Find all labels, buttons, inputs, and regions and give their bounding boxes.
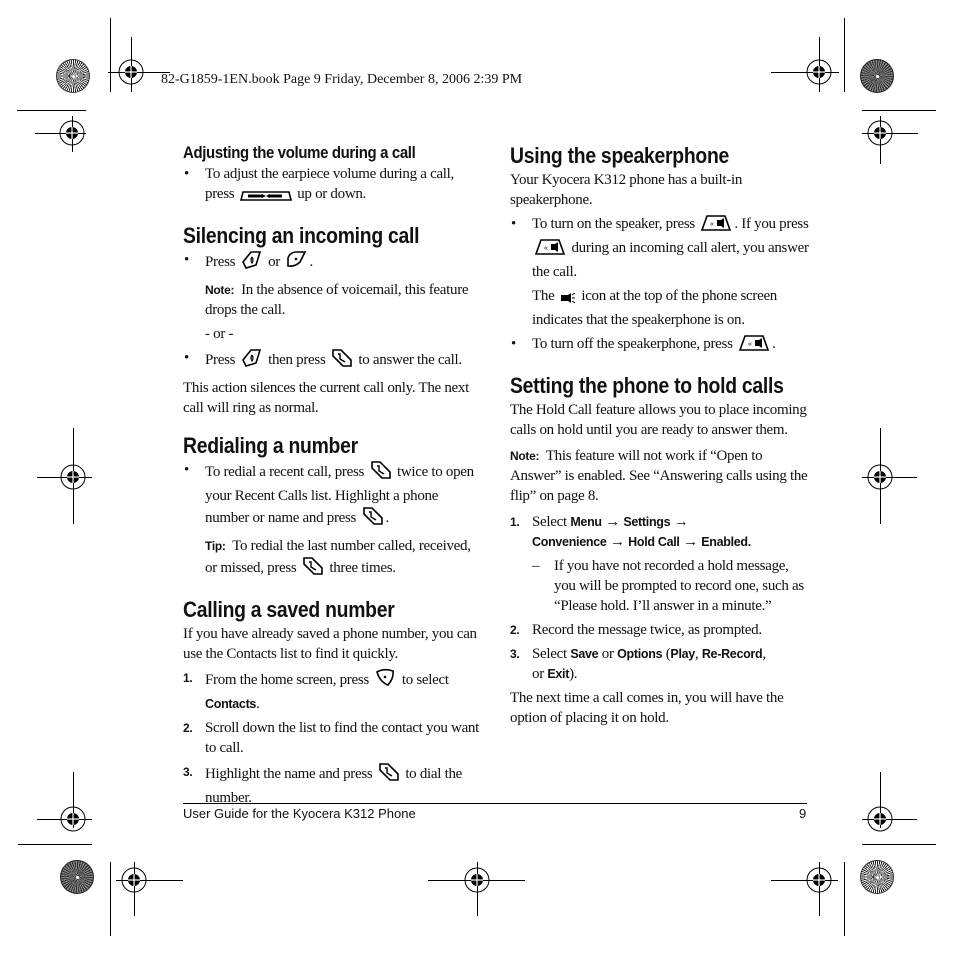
section-hold-calls: Setting the phone to hold calls The Hold… [510, 372, 810, 728]
section-redialing: Redialing a number To redial a recent ca… [183, 432, 483, 582]
menu-path-item: Hold Call [628, 535, 680, 549]
section-heading: Using the speakerphone [510, 143, 730, 168]
section-heading: Redialing a number [183, 433, 358, 458]
step-item: 3. Select Save or Options (Play, Re-Reco… [510, 646, 766, 682]
speakerphone-on-icon [560, 290, 576, 310]
registration-target-icon [59, 120, 85, 146]
left-softkey-icon [241, 250, 263, 276]
svg-text:«: « [544, 245, 548, 252]
section-heading: Calling a saved number [183, 597, 395, 622]
menu-path-item: Enabled. [701, 535, 751, 549]
svg-text:«: « [710, 221, 714, 228]
step-item: 1. From the home screen, press to select… [183, 668, 483, 714]
section-calling-saved: Calling a saved number If you have alrea… [183, 596, 483, 808]
list-item: To redial a recent call, press twice to … [183, 460, 483, 532]
step-item: 1. Select Menu → Settings → Convenience … [510, 514, 751, 550]
section-silencing: Silencing an incoming call Press or . No… [183, 222, 483, 418]
navigation-key-icon [374, 668, 396, 694]
note: The icon at the top of the phone screen … [532, 288, 778, 328]
section-heading: Silencing an incoming call [183, 223, 420, 248]
tip: Tip: To redial the last number called, r… [183, 536, 483, 582]
registration-target-icon [806, 59, 832, 85]
registration-target-icon [118, 59, 144, 85]
list-item: Press or . [183, 250, 483, 276]
registration-target-icon [464, 867, 490, 893]
menu-path-item: Menu [570, 515, 602, 529]
menu-path-item: Settings [623, 515, 671, 529]
step-item: 2. Record the message twice, as prompted… [510, 622, 762, 638]
registration-target-icon [806, 867, 832, 893]
send-key-icon [370, 460, 392, 486]
list-item: To turn on the speaker, press «. If you … [510, 214, 810, 282]
paragraph: If you have already saved a phone number… [183, 626, 477, 662]
section-heading: Adjusting the volume during a call [183, 143, 416, 162]
speaker-key-icon: « [700, 214, 732, 238]
paragraph: Your Kyocera K312 phone has a built-in s… [510, 172, 743, 208]
registration-target-icon [867, 806, 893, 832]
paragraph: The next time a call comes in, you will … [510, 690, 784, 726]
paragraph: The Hold Call feature allows you to plac… [510, 402, 807, 438]
note: Note: This feature will not work if “Ope… [510, 448, 808, 504]
section-adjust-volume: Adjusting the volume during a call To ad… [183, 142, 483, 208]
volume-key-icon [239, 188, 292, 208]
step-item: 2. Scroll down the list to find the cont… [183, 720, 479, 756]
sub-item: – If you have not recorded a hold messag… [532, 558, 804, 614]
list-item: Press then press to answer the call. [183, 348, 483, 374]
section-heading: Setting the phone to hold calls [510, 373, 784, 398]
page-number: 9 [799, 806, 807, 821]
speaker-key-icon: « [534, 238, 566, 262]
footer-title: User Guide for the Kyocera K312 Phone [183, 806, 416, 821]
menu-path-item: Convenience [532, 535, 607, 549]
list-item: To turn off the speakerphone, press «. [510, 334, 810, 358]
svg-text:«: « [748, 341, 752, 348]
speaker-key-icon: « [738, 334, 770, 358]
right-softkey-icon [285, 250, 307, 276]
step-item: 3. Highlight the name and press to dial … [183, 762, 483, 808]
send-key-icon [331, 348, 353, 374]
print-slug: 82-G1859-1EN.book Page 9 Friday, Decembe… [161, 72, 523, 87]
left-column: Adjusting the volume during a call To ad… [183, 142, 483, 808]
left-softkey-icon [241, 348, 263, 374]
paragraph: This action silences the current call on… [183, 380, 469, 416]
registration-target-icon [60, 464, 86, 490]
section-speakerphone: Using the speakerphone Your Kyocera K312… [510, 142, 810, 358]
registration-target-icon [121, 867, 147, 893]
or-separator: - or - [205, 326, 234, 342]
registration-target-icon [60, 806, 86, 832]
registration-target-icon [867, 464, 893, 490]
send-key-icon [378, 762, 400, 788]
registration-target-icon [867, 120, 893, 146]
send-key-icon [362, 506, 384, 532]
list-item: To adjust the earpiece volume during a c… [183, 164, 483, 208]
footer-rule [183, 803, 807, 804]
send-key-icon [302, 556, 324, 582]
right-column: Using the speakerphone Your Kyocera K312… [510, 142, 810, 728]
note: Note: In the absence of voicemail, this … [205, 282, 469, 318]
